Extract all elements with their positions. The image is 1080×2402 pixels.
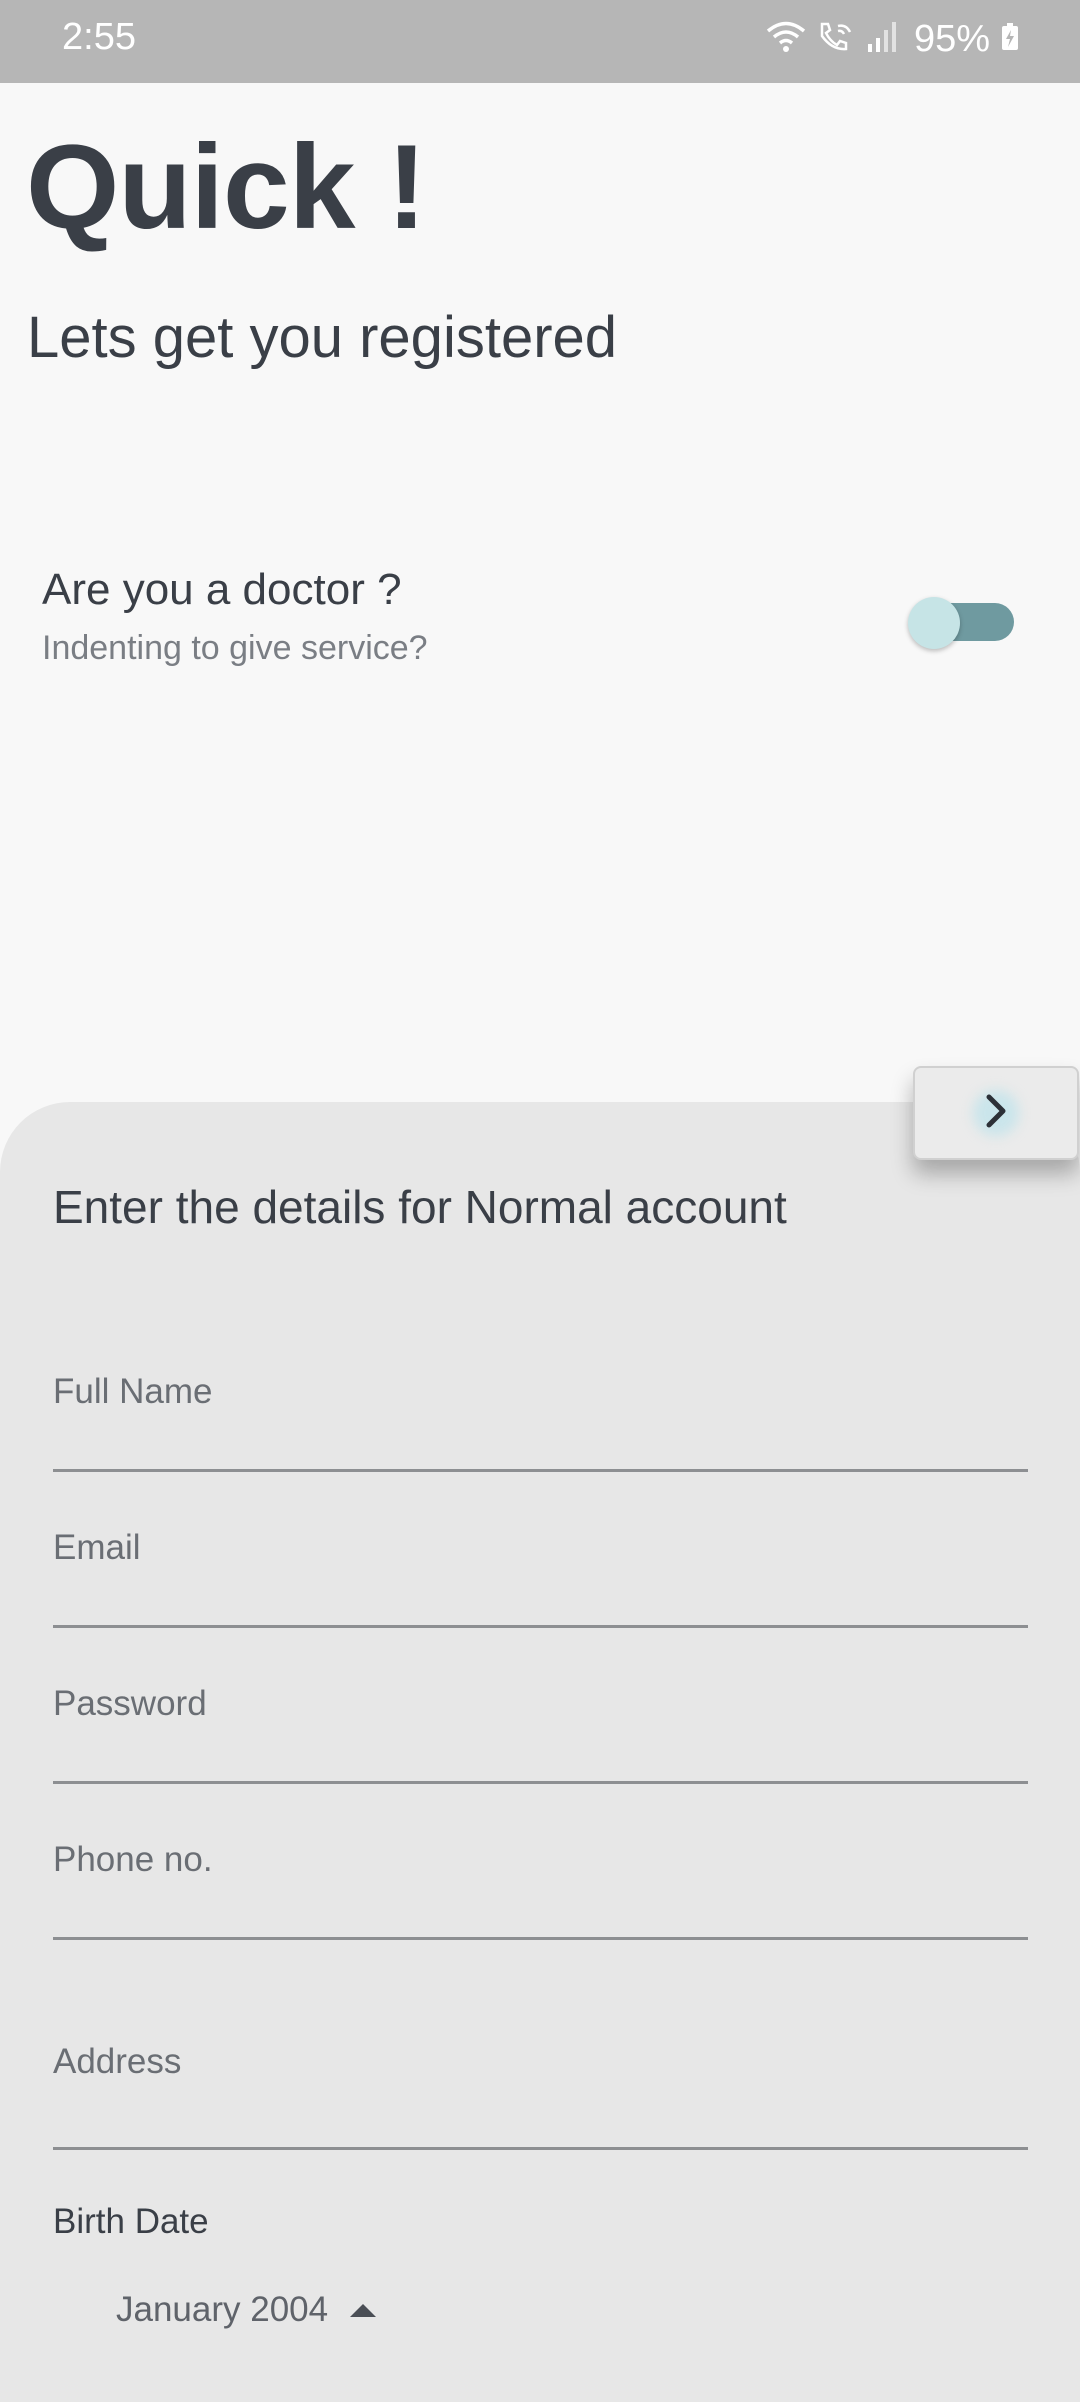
doctor-question-block: Are you a doctor ? Indenting to give ser… — [42, 565, 428, 668]
password-field[interactable]: Password — [53, 1674, 1028, 1784]
status-bar: 2:55 95% — [0, 0, 1080, 83]
email-placeholder: Email — [53, 1528, 141, 1567]
doctor-toggle-switch[interactable] — [908, 597, 1014, 649]
address-field[interactable]: Address — [53, 1986, 1028, 2150]
status-icons: 95% — [766, 14, 1020, 64]
doctor-question-hint: Indenting to give service? — [42, 629, 428, 667]
full-name-field[interactable]: Full Name — [53, 1362, 1028, 1472]
doctor-question-label: Are you a doctor ? — [42, 565, 402, 614]
signal-icon — [866, 20, 896, 59]
birth-date-month-selector[interactable]: January 2004 — [116, 2290, 377, 2330]
battery-percent: 95% — [913, 17, 990, 60]
wifi-icon — [766, 20, 806, 59]
page-title: Quick ! — [26, 120, 427, 254]
wifi-call-icon — [816, 20, 856, 59]
address-placeholder: Address — [53, 2042, 182, 2081]
caret-up-icon — [350, 2303, 377, 2317]
status-time: 2:55 — [62, 16, 136, 58]
battery-charging-icon — [1000, 22, 1020, 57]
page-subtitle: Lets get you registered — [27, 305, 618, 370]
phone-placeholder: Phone no. — [53, 1840, 213, 1879]
email-field[interactable]: Email — [53, 1518, 1028, 1628]
full-name-placeholder: Full Name — [53, 1372, 213, 1411]
phone-field[interactable]: Phone no. — [53, 1830, 1028, 1940]
password-placeholder: Password — [53, 1684, 207, 1723]
birth-date-label: Birth Date — [53, 2202, 209, 2241]
birth-date-month-year: January 2004 — [116, 2290, 329, 2329]
form-title: Enter the details for Normal account — [53, 1181, 787, 1233]
next-button[interactable] — [913, 1066, 1079, 1160]
chevron-right-icon — [981, 1091, 1011, 1136]
toggle-thumb — [908, 597, 960, 649]
